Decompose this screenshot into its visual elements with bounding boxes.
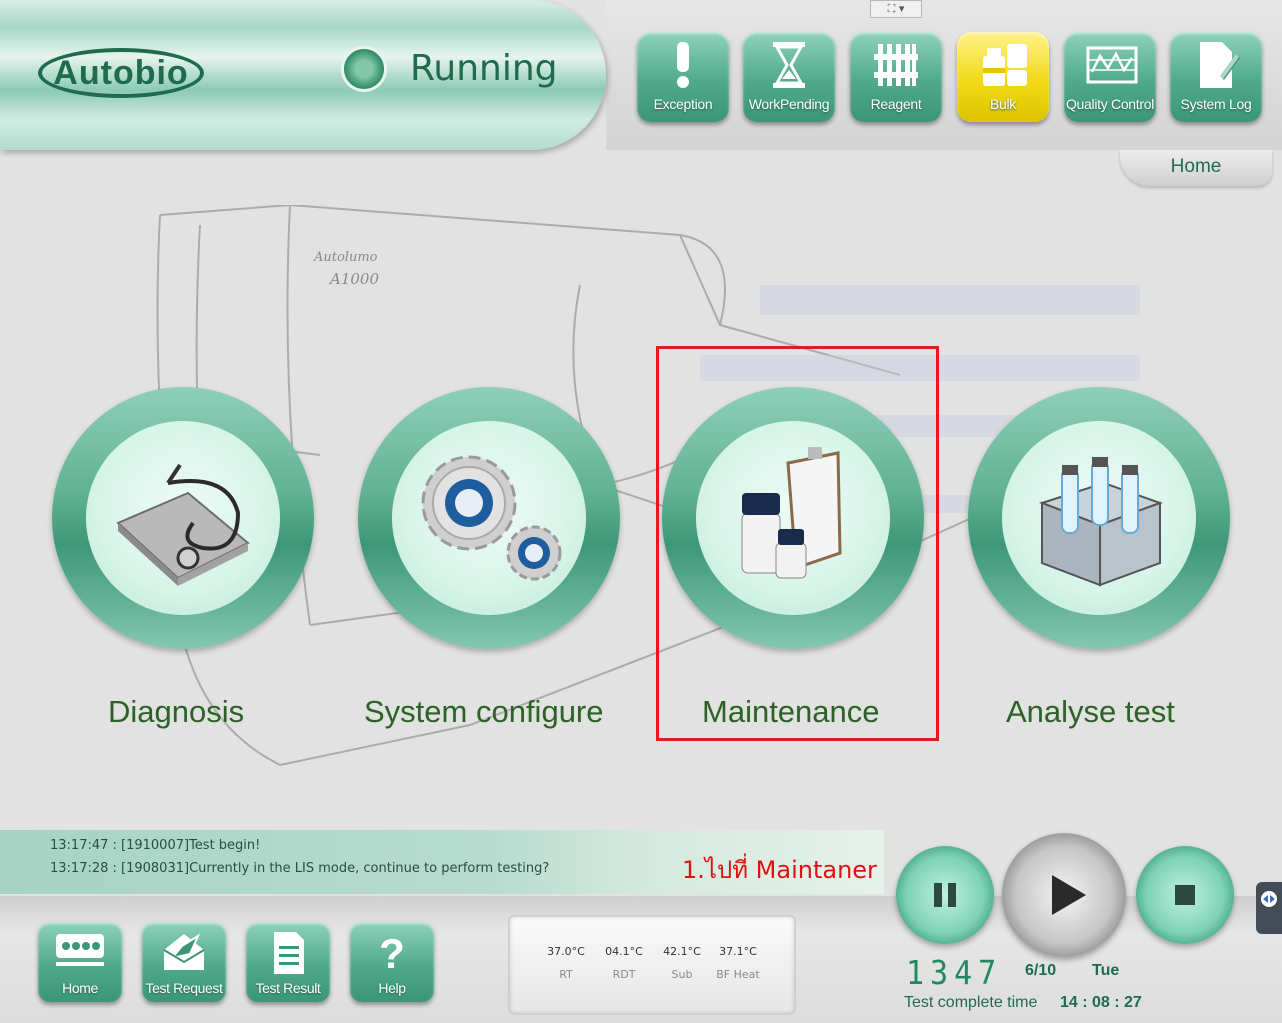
stop-icon bbox=[1175, 885, 1195, 905]
log-document-icon bbox=[1200, 42, 1240, 88]
temp-value: 04.1°C bbox=[605, 945, 643, 958]
side-remote-tab[interactable] bbox=[1256, 882, 1282, 934]
envelope-icon bbox=[163, 933, 205, 970]
start-button[interactable] bbox=[1002, 833, 1126, 957]
log-line-1: 13:17:47 : [1910007]Test begin! bbox=[50, 838, 261, 853]
test-result-label: Test Result bbox=[255, 980, 321, 996]
qc-chart-icon bbox=[1086, 46, 1138, 84]
autobio-logo: Autobio bbox=[38, 48, 204, 98]
test-counter: 1347 bbox=[906, 954, 1003, 993]
sketch-brand-text: Autolumo bbox=[314, 250, 378, 265]
day-text: Tue bbox=[1092, 962, 1120, 979]
home-label: Home bbox=[62, 980, 98, 996]
temp-bf-heat: 37.1°C BF Heat bbox=[708, 945, 768, 981]
system-configure-button[interactable] bbox=[358, 387, 620, 649]
reagent-button[interactable]: Reagent bbox=[850, 32, 942, 122]
test-result-button[interactable]: Test Result bbox=[246, 922, 330, 1002]
document-icon bbox=[274, 932, 304, 974]
diagnosis-label: Diagnosis bbox=[108, 694, 245, 729]
temp-sub: 42.1°C Sub bbox=[652, 945, 712, 981]
reagent-label: Reagent bbox=[870, 96, 922, 112]
temp-value: 37.1°C bbox=[719, 945, 757, 958]
svg-text:?: ? bbox=[379, 930, 405, 974]
breadcrumb: Home bbox=[1120, 150, 1272, 186]
bulk-bottles-icon bbox=[983, 44, 1027, 86]
question-icon: ? bbox=[379, 930, 405, 974]
system-log-button[interactable]: System Log bbox=[1170, 32, 1262, 122]
analyse-test-button[interactable] bbox=[968, 387, 1230, 649]
pause-button[interactable] bbox=[896, 846, 994, 944]
workpending-label: WorkPending bbox=[748, 96, 830, 112]
test-tube-rack-icon bbox=[1038, 457, 1163, 587]
exception-button[interactable]: Exception bbox=[637, 32, 729, 122]
annotation-text: 1.ไปที่ Maintaner bbox=[682, 856, 877, 884]
system-log-label: System Log bbox=[1180, 96, 1252, 112]
quality-control-label: Quality Control bbox=[1065, 96, 1155, 112]
diagnosis-button[interactable] bbox=[52, 387, 314, 649]
home-button[interactable]: Home bbox=[38, 922, 122, 1002]
remote-control-icon bbox=[1261, 891, 1277, 907]
running-status-icon bbox=[341, 46, 387, 92]
sketch-model-text: A1000 bbox=[330, 270, 380, 288]
temp-rdt: 04.1°C RDT bbox=[594, 945, 654, 981]
exception-label: Exception bbox=[653, 96, 713, 112]
log-line-2: 13:17:28 : [1908031]Currently in the LIS… bbox=[50, 861, 550, 876]
window-controls[interactable]: ⛶ ▾ bbox=[870, 0, 922, 18]
reagent-rack-icon bbox=[874, 44, 918, 86]
test-request-label: Test Request bbox=[145, 980, 223, 996]
temp-name: Sub bbox=[671, 968, 693, 981]
complete-time-value: 14 : 08 : 27 bbox=[1060, 994, 1142, 1011]
bulk-label: Bulk bbox=[989, 96, 1017, 112]
hourglass-icon bbox=[773, 42, 805, 88]
test-request-button[interactable]: Test Request bbox=[142, 922, 226, 1002]
temp-value: 37.0°C bbox=[547, 945, 585, 958]
temp-name: RT bbox=[559, 968, 573, 981]
gears-icon bbox=[421, 455, 562, 581]
quality-control-button[interactable]: Quality Control bbox=[1064, 32, 1156, 122]
temp-name: RDT bbox=[612, 968, 636, 981]
analyse-test-label: Analyse test bbox=[1006, 694, 1175, 729]
temp-name: BF Heat bbox=[716, 968, 760, 981]
play-icon bbox=[1052, 875, 1086, 915]
temperature-panel: 37.0°C RT 04.1°C RDT 42.1°C Sub 37.1°C BF He… bbox=[508, 915, 796, 1015]
home-dots-icon bbox=[56, 934, 104, 966]
maintenance-highlight-box bbox=[656, 346, 939, 741]
help-label: Help bbox=[378, 980, 406, 996]
running-status-text: Running bbox=[410, 48, 558, 89]
temp-rt: 37.0°C RT bbox=[536, 945, 596, 981]
date-text: 6/10 bbox=[1025, 962, 1057, 979]
exclamation-icon bbox=[677, 42, 689, 88]
workpending-button[interactable]: WorkPending bbox=[743, 32, 835, 122]
temp-value: 42.1°C bbox=[663, 945, 701, 958]
stethoscope-icon bbox=[116, 463, 250, 586]
complete-time-label: Test complete time bbox=[904, 994, 1038, 1011]
system-configure-label: System configure bbox=[364, 694, 604, 729]
bulk-button[interactable]: Bulk bbox=[957, 32, 1049, 122]
help-button[interactable]: ? Help bbox=[350, 922, 434, 1002]
pause-icon bbox=[934, 883, 956, 907]
stop-button[interactable] bbox=[1136, 846, 1234, 944]
